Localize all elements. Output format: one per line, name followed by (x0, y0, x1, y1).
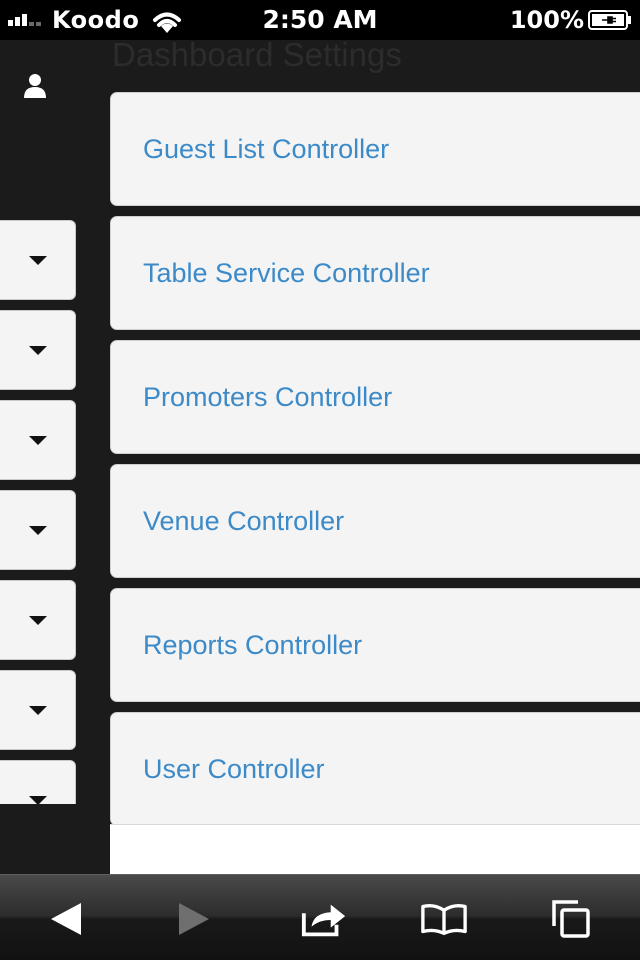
caret-down-icon (29, 525, 47, 535)
dropdown-toggle-1[interactable] (0, 220, 76, 300)
caret-down-icon (29, 435, 47, 445)
panel-label[interactable]: User Controller (143, 754, 325, 785)
panel-venue-controller[interactable]: Venue Controller (110, 464, 640, 578)
panel-reports-controller[interactable]: Reports Controller (110, 588, 640, 702)
caret-down-icon (29, 255, 47, 265)
content-blank-area (110, 824, 640, 874)
status-bar: Koodo 2:50 AM 100% (0, 0, 640, 40)
back-button[interactable] (42, 895, 90, 943)
bookmarks-icon (421, 904, 467, 936)
panel-label[interactable]: Reports Controller (143, 630, 362, 661)
battery-icon (588, 10, 631, 30)
browser-toolbar (0, 874, 640, 960)
share-icon (301, 904, 346, 937)
dropdown-toggle-7-clip (0, 760, 76, 804)
caret-down-icon (29, 345, 47, 355)
dropdown-toggle-2[interactable] (0, 310, 76, 390)
forward-icon (179, 903, 209, 935)
panel-label[interactable]: Guest List Controller (143, 134, 389, 165)
dropdown-toggle-3[interactable] (0, 400, 76, 480)
dropdown-toggle-4[interactable] (0, 490, 76, 570)
page-title: Dashboard Settings (112, 40, 402, 73)
panel-label[interactable]: Table Service Controller (143, 258, 430, 289)
panel-guest-list-controller[interactable]: Guest List Controller (110, 92, 640, 206)
panel-promoters-controller[interactable]: Promoters Controller (110, 340, 640, 454)
dropdown-toggle-7[interactable] (0, 760, 76, 804)
caret-down-icon (29, 615, 47, 625)
panel-label[interactable]: Venue Controller (143, 506, 344, 537)
dropdown-toggle-5[interactable] (0, 580, 76, 660)
share-button[interactable] (300, 895, 348, 943)
tabs-icon (552, 900, 590, 938)
caret-down-icon (29, 705, 47, 715)
panel-user-controller[interactable]: User Controller (110, 712, 640, 826)
panel-table-service-controller[interactable]: Table Service Controller (110, 216, 640, 330)
dropdown-toggle-6[interactable] (0, 670, 76, 750)
tabs-button[interactable] (546, 895, 594, 943)
battery-percent: 100% (509, 6, 584, 34)
caret-down-icon (29, 795, 47, 804)
panel-label[interactable]: Promoters Controller (143, 382, 392, 413)
user-icon[interactable] (22, 72, 48, 100)
forward-button[interactable] (170, 895, 218, 943)
app-content: Dashboard Settings Guest List Controller… (0, 40, 640, 874)
back-icon (51, 903, 81, 935)
bookmarks-button[interactable] (420, 895, 468, 943)
